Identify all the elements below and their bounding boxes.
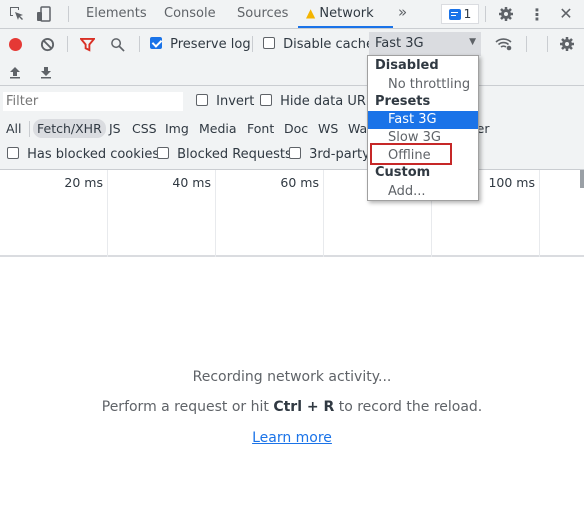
divider bbox=[526, 36, 527, 52]
reload-hint-prefix: Perform a request or hit bbox=[101, 399, 274, 415]
throttling-select[interactable]: Fast 3G ▼ bbox=[369, 32, 481, 56]
has-blocked-cookies-check[interactable] bbox=[7, 147, 19, 159]
reload-hint: Perform a request or hit Ctrl + R to rec… bbox=[0, 399, 584, 415]
divider bbox=[29, 121, 30, 137]
settings-gear-icon[interactable] bbox=[497, 5, 515, 23]
divider bbox=[68, 6, 69, 22]
hide-data-urls-check[interactable] bbox=[260, 94, 272, 106]
filter-input[interactable] bbox=[3, 92, 183, 111]
type-filter-all[interactable]: All bbox=[2, 119, 26, 138]
divider bbox=[252, 36, 253, 52]
option-add-custom[interactable]: Add... bbox=[368, 183, 478, 201]
offline-highlight-box bbox=[370, 143, 452, 165]
active-tab-indicator bbox=[298, 26, 393, 28]
type-filter-font[interactable]: Font bbox=[243, 119, 278, 138]
invert-checkbox[interactable]: Invert bbox=[196, 94, 254, 109]
issues-count: 1 bbox=[463, 7, 472, 21]
tab-network[interactable]: ▲ Network bbox=[306, 6, 374, 21]
has-blocked-cookies-checkbox[interactable]: Has blocked cookies bbox=[7, 147, 159, 162]
record-button[interactable] bbox=[6, 35, 24, 53]
divider bbox=[547, 36, 548, 52]
tab-console[interactable]: Console bbox=[164, 6, 216, 21]
reload-shortcut: Ctrl + R bbox=[273, 399, 335, 415]
learn-more-container: Learn more bbox=[0, 430, 584, 446]
network-conditions-icon[interactable] bbox=[494, 35, 514, 53]
timeline-tick-label: 60 ms bbox=[280, 175, 319, 190]
invert-check[interactable] bbox=[196, 94, 208, 106]
tab-elements[interactable]: Elements bbox=[86, 6, 147, 21]
search-icon[interactable] bbox=[108, 35, 126, 53]
divider bbox=[67, 36, 68, 52]
timeline-resizer[interactable] bbox=[580, 170, 584, 188]
group-presets: Presets bbox=[375, 94, 431, 109]
import-export-toolbar bbox=[0, 59, 584, 86]
more-tabs-icon[interactable]: » bbox=[398, 3, 407, 21]
throttling-dropdown: Disabled No throttling Presets Fast 3G S… bbox=[367, 55, 479, 201]
throttling-value: Fast 3G bbox=[375, 36, 424, 51]
option-fast-3g[interactable]: Fast 3G bbox=[368, 111, 478, 129]
preserve-log-label: Preserve log bbox=[170, 37, 251, 52]
recording-message: Recording network activity... bbox=[192, 369, 392, 385]
hide-data-urls-checkbox[interactable]: Hide data URLs bbox=[260, 94, 380, 109]
blocked-requests-label: Blocked Requests bbox=[177, 147, 292, 162]
type-filter-img[interactable]: Img bbox=[161, 119, 193, 138]
clear-icon[interactable] bbox=[38, 35, 56, 53]
preserve-log-check[interactable] bbox=[150, 37, 162, 49]
type-filter-js[interactable]: JS bbox=[105, 119, 125, 138]
learn-more-link[interactable]: Learn more bbox=[252, 430, 332, 446]
timeline-gridline bbox=[107, 170, 108, 257]
type-filter-media[interactable]: Media bbox=[195, 119, 241, 138]
option-no-throttling[interactable]: No throttling bbox=[368, 76, 478, 94]
timeline-gridline bbox=[539, 170, 540, 257]
network-settings-icon[interactable] bbox=[558, 35, 576, 53]
group-disabled: Disabled bbox=[375, 58, 439, 73]
warning-icon: ▲ bbox=[306, 6, 316, 20]
disable-cache-check[interactable] bbox=[263, 37, 275, 49]
invert-label: Invert bbox=[216, 94, 255, 109]
disable-cache-label: Disable cache bbox=[283, 37, 374, 52]
network-toolbar: Preserve log Disable cache bbox=[0, 29, 584, 59]
divider bbox=[139, 36, 140, 52]
filter-icon[interactable] bbox=[78, 35, 96, 53]
type-filter-fetch-xhr[interactable]: Fetch/XHR bbox=[33, 119, 106, 138]
timeline-gridline bbox=[323, 170, 324, 257]
type-filter-ws[interactable]: WS bbox=[314, 119, 342, 138]
issues-icon bbox=[448, 8, 461, 20]
devtools-tab-bar: Elements Console Sources ▲ Network » 1 ⋮… bbox=[0, 0, 584, 29]
preserve-log-checkbox[interactable]: Preserve log bbox=[150, 37, 251, 52]
timeline-gridline bbox=[215, 170, 216, 257]
divider bbox=[485, 6, 486, 22]
blocked-requests-check[interactable] bbox=[157, 147, 169, 159]
timeline-overview[interactable]: 20 ms 40 ms 60 ms 80 ms 100 ms bbox=[0, 170, 584, 257]
tab-sources[interactable]: Sources bbox=[237, 6, 288, 21]
group-custom: Custom bbox=[375, 165, 431, 180]
device-toolbar-icon[interactable] bbox=[35, 5, 53, 23]
chevron-down-icon: ▼ bbox=[469, 37, 476, 47]
type-filter-css[interactable]: CSS bbox=[128, 119, 161, 138]
tab-network-label: Network bbox=[319, 6, 374, 21]
export-har-icon[interactable] bbox=[38, 64, 54, 80]
reload-hint-suffix: to record the reload. bbox=[334, 399, 483, 415]
timeline-tick-label: 20 ms bbox=[64, 175, 103, 190]
filter-bar: Invert Hide data URLs All Fetch/XHR JS C… bbox=[0, 86, 584, 170]
issues-button[interactable]: 1 bbox=[441, 4, 479, 24]
timeline-tick-label: 40 ms bbox=[172, 175, 211, 190]
third-party-check[interactable] bbox=[289, 147, 301, 159]
close-icon[interactable]: ✕ bbox=[557, 4, 575, 23]
hide-data-urls-label: Hide data URLs bbox=[280, 94, 380, 109]
record-icon bbox=[8, 37, 22, 51]
disable-cache-checkbox[interactable]: Disable cache bbox=[263, 37, 374, 52]
import-har-icon[interactable] bbox=[7, 64, 23, 80]
has-blocked-cookies-label: Has blocked cookies bbox=[27, 147, 160, 162]
more-options-icon[interactable]: ⋮ bbox=[528, 5, 546, 24]
inspect-element-icon[interactable] bbox=[8, 5, 26, 23]
blocked-requests-checkbox[interactable]: Blocked Requests bbox=[157, 147, 292, 162]
type-filter-doc[interactable]: Doc bbox=[280, 119, 312, 138]
